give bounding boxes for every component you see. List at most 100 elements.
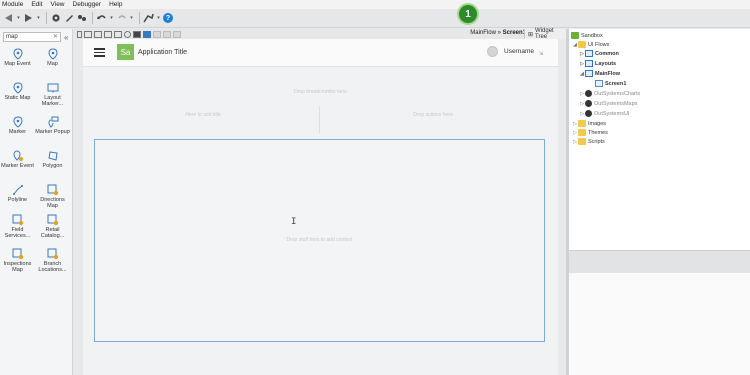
actions-placeholder[interactable]: Drop actions here: [333, 112, 533, 118]
breadcrumb-flow[interactable]: MainFlow: [470, 30, 496, 36]
debug-icon[interactable]: [76, 13, 87, 24]
widget-inspections-map[interactable]: Inspections Map: [0, 248, 35, 282]
styles-icon[interactable]: [143, 30, 151, 38]
widget-retail-catalog[interactable]: Retail Catalog...: [35, 214, 70, 248]
widget-label: Layout Marker...: [41, 95, 64, 107]
field-services-icon: [11, 214, 25, 226]
title-placeholder[interactable]: Here to add title: [103, 112, 303, 118]
widget-map[interactable]: Map: [35, 48, 70, 82]
align-left-icon[interactable]: [153, 30, 161, 38]
menu-module[interactable]: Module: [2, 1, 23, 8]
tree-item-sandbox[interactable]: Sandbox: [571, 31, 603, 40]
back-icon[interactable]: [3, 13, 14, 24]
menu-edit[interactable]: Edit: [31, 1, 42, 8]
tree-label: Layouts: [595, 60, 617, 67]
tree-item-themes[interactable]: ▷ Themes: [572, 128, 608, 137]
menu-help[interactable]: Help: [109, 1, 122, 8]
widget-toolbox: map ✕ « Map Event Map Static Map Layout …: [0, 29, 73, 375]
theme-editor-icon[interactable]: [133, 30, 141, 38]
widget-map-event[interactable]: Map Event: [0, 48, 35, 82]
tree-item-mainflow[interactable]: ◢ MainFlow: [579, 69, 620, 78]
layout-marker-icon: [46, 82, 60, 94]
widget-label: Field Services...: [4, 227, 31, 239]
menu-view[interactable]: View: [51, 1, 65, 8]
logout-icon[interactable]: ⇲: [539, 51, 543, 57]
widget-polyline[interactable]: Polyline: [0, 184, 35, 214]
marker-event-icon: [11, 150, 25, 162]
widget-field-services[interactable]: Field Services...: [0, 214, 35, 248]
align-center-icon[interactable]: [163, 30, 171, 38]
widget-branch-locations[interactable]: Branch Locations...: [35, 248, 70, 282]
hamburger-menu-icon[interactable]: [94, 48, 105, 57]
forward-icon[interactable]: [23, 13, 34, 24]
toolbox-search-input[interactable]: map ✕: [3, 32, 61, 42]
polyline-icon: [11, 184, 25, 196]
tree-item-images[interactable]: ▷ Images: [572, 119, 606, 128]
properties-header: [569, 250, 750, 273]
toolbar-divider: [46, 12, 47, 24]
back-dropdown-icon[interactable]: ▾: [16, 13, 21, 24]
tree-item-scripts[interactable]: ▷ Scripts: [572, 137, 605, 146]
widget-tree-button[interactable]: ⊞ Widget Tree: [524, 28, 566, 40]
publish-dropdown-icon[interactable]: ▾: [156, 13, 161, 24]
canvas-toolbar: MainFlow » Screen1 ⊞ Widget Tree: [73, 28, 566, 40]
menu-debugger[interactable]: Debugger: [73, 1, 102, 8]
widget-marker-popup[interactable]: Marker Popup: [35, 116, 70, 150]
widget-polygon[interactable]: Polygon: [35, 150, 70, 180]
tree-item-layouts[interactable]: ▷ Layouts: [579, 59, 616, 68]
properties-body: [569, 273, 750, 375]
gear-icon[interactable]: [50, 13, 61, 24]
breadcrumbs-placeholder[interactable]: Drop breadcrumbs here: [83, 89, 558, 95]
flow-icon: [585, 70, 593, 77]
marker-popup-icon: [46, 116, 60, 128]
clear-search-icon[interactable]: ✕: [53, 33, 58, 41]
redo-dropdown-icon[interactable]: ▾: [129, 13, 134, 24]
tree-label: MainFlow: [595, 70, 621, 77]
elements-panel: Sandbox ◢ UI Flows ▷ Common ▷ Layouts ◢ …: [569, 29, 750, 375]
wrench-icon[interactable]: [63, 13, 74, 24]
tree-label: Scripts: [588, 138, 605, 145]
tree-item-ui-flows[interactable]: ◢ UI Flows: [572, 40, 609, 49]
dependency-icon: [585, 110, 592, 117]
widget-label: Marker Event: [1, 163, 34, 169]
publish-icon[interactable]: [143, 13, 154, 24]
app-title[interactable]: Application Title: [138, 49, 187, 56]
undo-dropdown-icon[interactable]: ▾: [109, 13, 114, 24]
align-right-icon[interactable]: [173, 30, 181, 38]
tree-item-screen1[interactable]: Screen1: [595, 79, 626, 88]
widget-label: Polygon: [42, 163, 63, 169]
widget-label: Branch Locations...: [38, 261, 67, 273]
copy-icon[interactable]: [104, 30, 112, 38]
grid-icon[interactable]: [114, 30, 122, 38]
username[interactable]: Username: [504, 48, 534, 55]
tree-item-outsystems-charts[interactable]: ▷ OutSystemsCharts: [579, 89, 640, 98]
screen-icon: [595, 80, 603, 87]
widget-marker[interactable]: Marker: [0, 116, 35, 150]
breadcrumb-screen[interactable]: Screen1: [503, 30, 526, 36]
widget-directions-map[interactable]: Directions Map: [35, 184, 70, 214]
flow-icon: [585, 60, 593, 67]
widget-label: Retail Catalog...: [40, 227, 65, 239]
app-header: Sa Application Title Username ⇲: [83, 39, 558, 67]
widget-static-map[interactable]: Static Map: [0, 82, 35, 116]
widget-grid: Map Event Map Static Map Layout Marker..…: [0, 48, 70, 282]
tree-label: Themes: [588, 129, 608, 136]
zoom-icon[interactable]: [124, 30, 131, 38]
phone-preview-icon[interactable]: [77, 30, 82, 38]
folder-icon: [578, 138, 586, 145]
desktop-preview-icon[interactable]: [94, 30, 102, 38]
help-icon[interactable]: ?: [163, 13, 173, 23]
widget-label: Marker Popup: [35, 129, 70, 135]
tree-item-common[interactable]: ▷ Common: [579, 49, 619, 58]
main-content-placeholder[interactable]: Drop stuff here to add content I: [94, 139, 545, 342]
undo-icon[interactable]: [96, 13, 107, 24]
redo-icon[interactable]: [116, 13, 127, 24]
tree-item-outsystems-ui[interactable]: ▷ OutSystemsUI: [579, 109, 629, 118]
tablet-preview-icon[interactable]: [84, 30, 92, 38]
widget-marker-event[interactable]: Marker Event: [0, 150, 35, 184]
tree-label: Images: [588, 120, 607, 127]
widget-layout-marker[interactable]: Layout Marker...: [35, 82, 70, 116]
tree-item-outsystems-maps[interactable]: ▷ OutSystemsMaps: [579, 99, 637, 108]
forward-dropdown-icon[interactable]: ▾: [36, 13, 41, 24]
collapse-panel-icon[interactable]: «: [64, 33, 68, 42]
